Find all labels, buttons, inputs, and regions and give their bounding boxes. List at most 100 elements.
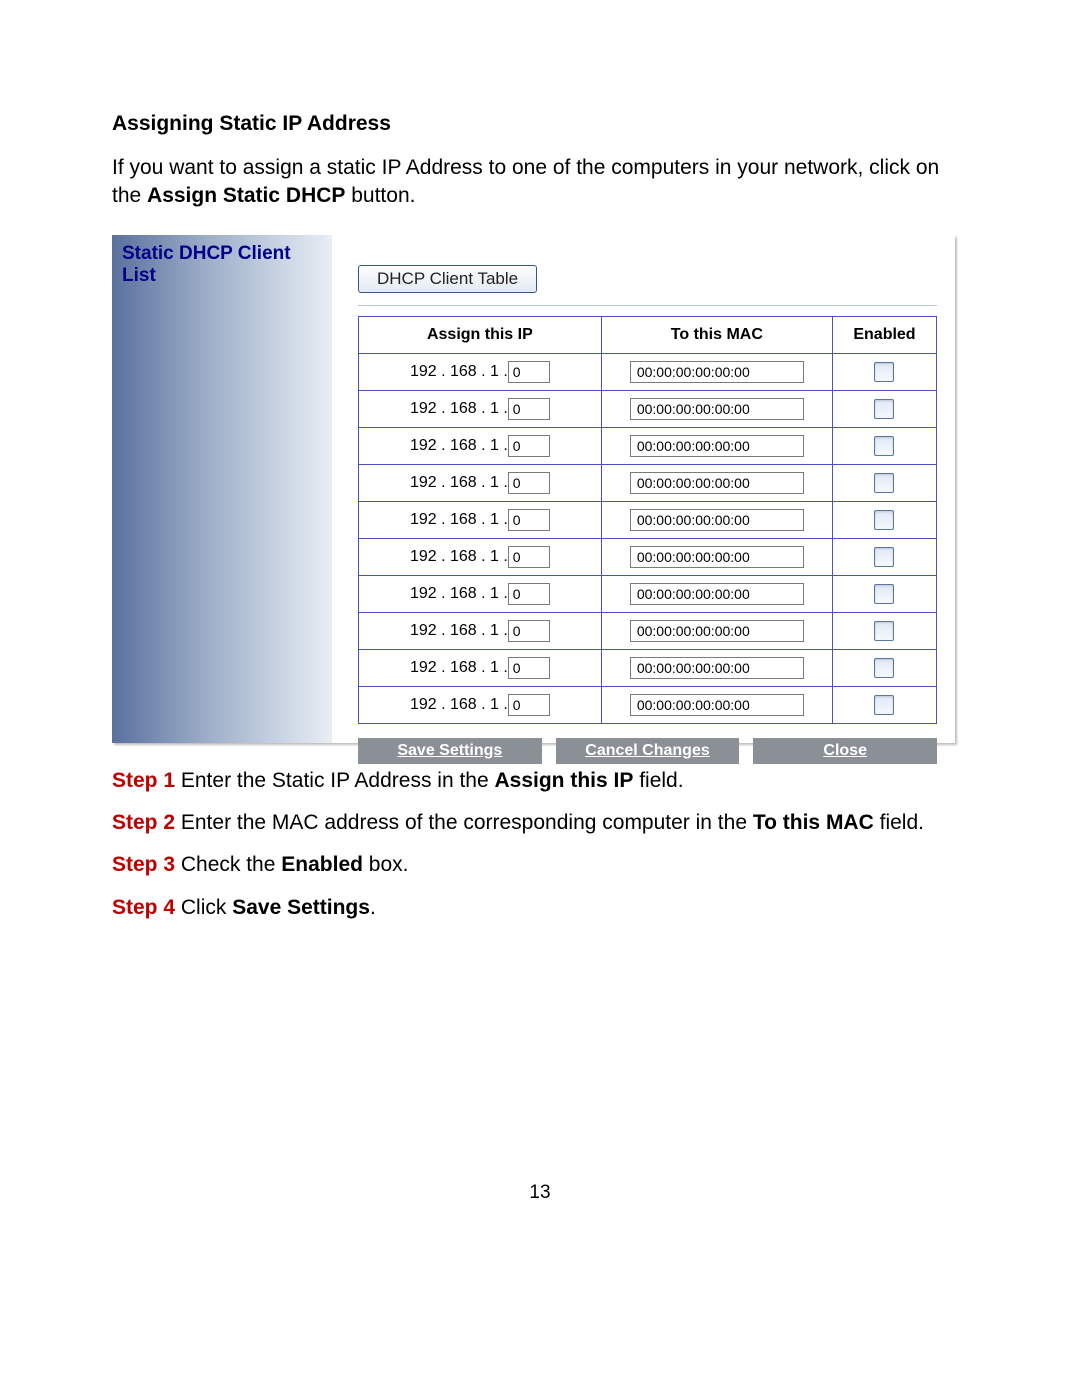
enabled-checkbox[interactable] xyxy=(874,584,894,604)
col-header-mac: To this MAC xyxy=(601,316,832,353)
enabled-checkbox[interactable] xyxy=(874,510,894,530)
ip-last-octet-input[interactable] xyxy=(508,657,550,679)
enabled-cell xyxy=(832,649,936,686)
step-bold: Assign this IP xyxy=(495,769,634,792)
ip-cell: 192 . 168 . 1 . xyxy=(359,464,602,501)
mac-cell xyxy=(601,538,832,575)
mac-cell xyxy=(601,390,832,427)
ip-last-octet-input[interactable] xyxy=(508,398,550,420)
ip-last-octet-input[interactable] xyxy=(508,509,550,531)
ip-prefix: 192 . 168 . 1 . xyxy=(410,696,508,714)
mac-input[interactable] xyxy=(630,583,804,605)
step-post: box. xyxy=(363,853,409,876)
enabled-checkbox[interactable] xyxy=(874,547,894,567)
step-pre: Enter the Static IP Address in the xyxy=(175,769,494,792)
step-label: Step 1 xyxy=(112,769,175,792)
ip-last-octet-input[interactable] xyxy=(508,694,550,716)
panel-content: DHCP Client Table Assign this IP To this… xyxy=(332,235,955,743)
ip-prefix: 192 . 168 . 1 . xyxy=(410,659,508,677)
enabled-checkbox[interactable] xyxy=(874,436,894,456)
ip-cell: 192 . 168 . 1 . xyxy=(359,649,602,686)
ip-prefix: 192 . 168 . 1 . xyxy=(410,622,508,640)
mac-cell xyxy=(601,612,832,649)
section-heading: Assigning Static IP Address xyxy=(112,112,968,136)
table-row: 192 . 168 . 1 . xyxy=(359,538,937,575)
mac-input[interactable] xyxy=(630,546,804,568)
mac-input[interactable] xyxy=(630,620,804,642)
mac-input[interactable] xyxy=(630,398,804,420)
step-post: field. xyxy=(633,769,683,792)
ip-last-octet-input[interactable] xyxy=(508,546,550,568)
enabled-cell xyxy=(832,427,936,464)
enabled-cell xyxy=(832,464,936,501)
mac-input[interactable] xyxy=(630,361,804,383)
ip-last-octet-input[interactable] xyxy=(508,583,550,605)
step-post: field. xyxy=(874,811,924,834)
table-row: 192 . 168 . 1 . xyxy=(359,686,937,723)
ip-prefix: 192 . 168 . 1 . xyxy=(410,585,508,603)
save-settings-button[interactable]: Save Settings xyxy=(358,738,542,764)
enabled-cell xyxy=(832,353,936,390)
cancel-changes-button[interactable]: Cancel Changes xyxy=(556,738,740,764)
ip-prefix: 192 . 168 . 1 . xyxy=(410,363,508,381)
mac-input[interactable] xyxy=(630,509,804,531)
enabled-checkbox[interactable] xyxy=(874,621,894,641)
ip-last-octet-input[interactable] xyxy=(508,361,550,383)
col-header-enabled: Enabled xyxy=(832,316,936,353)
mac-input[interactable] xyxy=(630,694,804,716)
panel-button-bar: Save Settings Cancel Changes Close xyxy=(358,738,937,764)
instruction-step: Step 1 Enter the Static IP Address in th… xyxy=(112,767,968,795)
enabled-checkbox[interactable] xyxy=(874,695,894,715)
enabled-checkbox[interactable] xyxy=(874,362,894,382)
step-label: Step 3 xyxy=(112,853,175,876)
mac-input[interactable] xyxy=(630,657,804,679)
enabled-cell xyxy=(832,390,936,427)
table-row: 192 . 168 . 1 . xyxy=(359,501,937,538)
ip-prefix: 192 . 168 . 1 . xyxy=(410,548,508,566)
col-header-ip: Assign this IP xyxy=(359,316,602,353)
ip-cell: 192 . 168 . 1 . xyxy=(359,612,602,649)
ip-prefix: 192 . 168 . 1 . xyxy=(410,437,508,455)
mac-cell xyxy=(601,686,832,723)
ip-last-octet-input[interactable] xyxy=(508,472,550,494)
step-label: Step 2 xyxy=(112,811,175,834)
mac-cell xyxy=(601,427,832,464)
step-bold: Save Settings xyxy=(232,896,370,919)
table-row: 192 . 168 . 1 . xyxy=(359,612,937,649)
step-bold: To this MAC xyxy=(753,811,874,834)
ip-prefix: 192 . 168 . 1 . xyxy=(410,474,508,492)
ip-cell: 192 . 168 . 1 . xyxy=(359,686,602,723)
instruction-step: Step 4 Click Save Settings. xyxy=(112,894,968,922)
mac-input[interactable] xyxy=(630,435,804,457)
enabled-cell xyxy=(832,501,936,538)
table-row: 192 . 168 . 1 . xyxy=(359,575,937,612)
mac-cell xyxy=(601,353,832,390)
enabled-checkbox[interactable] xyxy=(874,473,894,493)
close-button[interactable]: Close xyxy=(753,738,937,764)
ip-prefix: 192 . 168 . 1 . xyxy=(410,511,508,529)
intro-post: button. xyxy=(345,184,415,207)
enabled-cell xyxy=(832,575,936,612)
mac-input[interactable] xyxy=(630,472,804,494)
dhcp-client-table-button[interactable]: DHCP Client Table xyxy=(358,265,537,293)
ip-last-octet-input[interactable] xyxy=(508,620,550,642)
panel-title: Static DHCP Client List xyxy=(122,243,291,286)
table-row: 192 . 168 . 1 . xyxy=(359,649,937,686)
step-label: Step 4 xyxy=(112,896,175,919)
step-post: . xyxy=(370,896,376,919)
step-bold: Enabled xyxy=(281,853,363,876)
ip-cell: 192 . 168 . 1 . xyxy=(359,390,602,427)
step-pre: Enter the MAC address of the correspondi… xyxy=(175,811,753,834)
divider xyxy=(358,305,937,306)
enabled-checkbox[interactable] xyxy=(874,399,894,419)
enabled-cell xyxy=(832,686,936,723)
ip-prefix: 192 . 168 . 1 . xyxy=(410,400,508,418)
step-pre: Check the xyxy=(175,853,281,876)
enabled-checkbox[interactable] xyxy=(874,658,894,678)
mac-cell xyxy=(601,501,832,538)
table-row: 192 . 168 . 1 . xyxy=(359,353,937,390)
enabled-cell xyxy=(832,538,936,575)
ip-last-octet-input[interactable] xyxy=(508,435,550,457)
ip-cell: 192 . 168 . 1 . xyxy=(359,427,602,464)
mac-cell xyxy=(601,464,832,501)
